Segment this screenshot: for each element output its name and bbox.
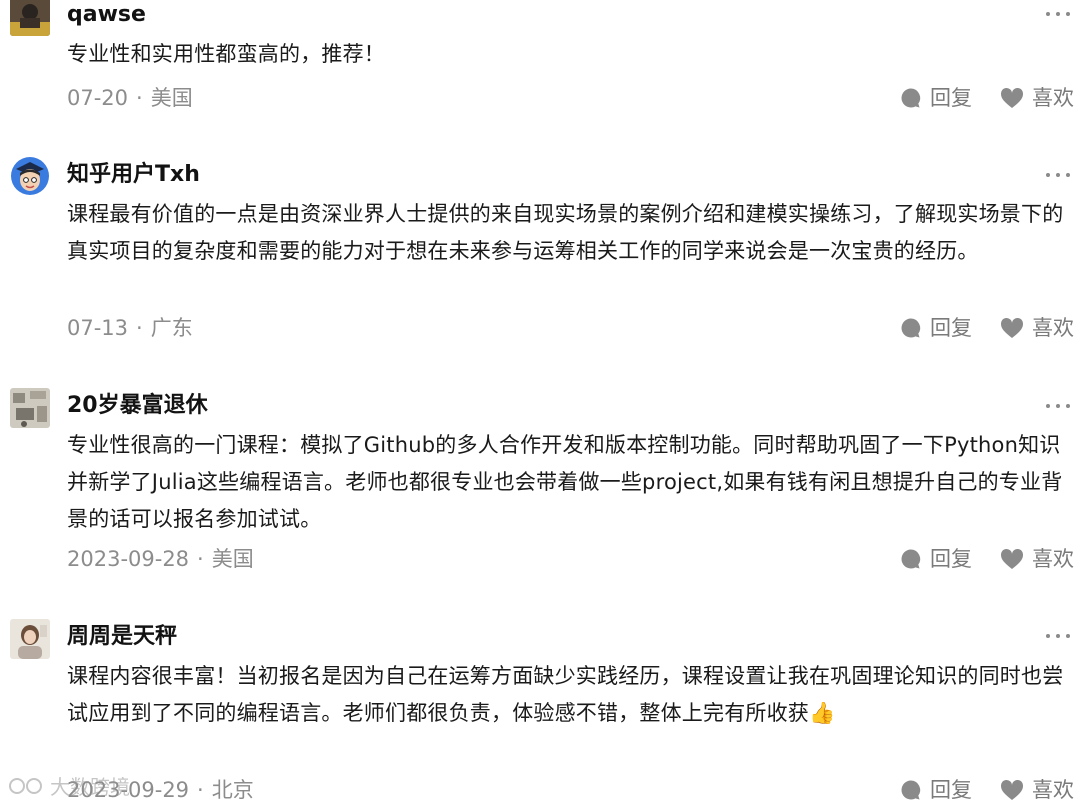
comment-text: 课程最有价值的一点是由资深业界人士提供的来自现实场景的案例介绍和建模实操练习，了…: [67, 202, 1064, 263]
comment-meta: 2023-09-28 · 美国: [67, 544, 254, 574]
comment-actions: 回复 喜欢: [900, 775, 1074, 805]
more-options-icon[interactable]: [1046, 401, 1070, 411]
like-label: 喜欢: [1032, 547, 1074, 571]
speech-bubble-icon: [901, 88, 921, 108]
reply-label: 回复: [930, 547, 972, 571]
meta-separator: ·: [136, 86, 143, 110]
meta-separator: ·: [197, 778, 204, 802]
speech-bubble-icon: [901, 318, 921, 338]
comment-date: 07-20: [67, 86, 129, 110]
username[interactable]: 20岁暴富退休: [67, 391, 208, 421]
like-label: 喜欢: [1032, 316, 1074, 340]
like-button[interactable]: 喜欢: [1000, 544, 1074, 574]
watermark-text: 大数跨境: [50, 775, 130, 799]
comment-date: 07-13: [67, 316, 129, 340]
more-options-icon[interactable]: [1046, 170, 1070, 180]
watermark: 大数跨境: [8, 771, 130, 800]
speech-bubble-icon: [901, 780, 921, 800]
like-button[interactable]: 喜欢: [1000, 775, 1074, 805]
like-label: 喜欢: [1032, 778, 1074, 802]
comment-location: 北京: [211, 778, 254, 802]
avatar[interactable]: [10, 619, 50, 659]
comment-meta: 07-20 · 美国: [67, 83, 193, 113]
heart-icon: [1000, 87, 1024, 108]
reply-button[interactable]: 回复: [900, 83, 972, 113]
meta-separator: ·: [136, 316, 143, 340]
comment-actions: 回复 喜欢: [900, 544, 1074, 574]
avatar[interactable]: [10, 156, 50, 196]
meta-separator: ·: [197, 547, 204, 571]
comment-meta: 07-13 · 广东: [67, 313, 193, 343]
speech-bubble-icon: [901, 549, 921, 569]
comment-location: 广东: [150, 316, 193, 340]
avatar[interactable]: [10, 388, 50, 428]
username[interactable]: 知乎用户Txh: [67, 160, 200, 190]
reply-button[interactable]: 回复: [900, 544, 972, 574]
heart-icon: [1000, 548, 1024, 569]
reply-label: 回复: [930, 316, 972, 340]
comment-text: 专业性很高的一门课程：模拟了Github的多人合作开发和版本控制功能。同时帮助巩…: [67, 433, 1063, 531]
comment-text: 课程内容很丰富！当初报名是因为自己在运筹方面缺少实践经历，课程设置让我在巩固理论…: [67, 664, 1064, 725]
comment-text: 专业性和实用性都蛮高的，推荐！: [67, 42, 385, 66]
like-button[interactable]: 喜欢: [1000, 83, 1074, 113]
comment-actions: 回复 喜欢: [900, 83, 1074, 113]
username[interactable]: qawse: [67, 0, 146, 30]
reply-label: 回复: [930, 86, 972, 110]
more-options-icon[interactable]: [1046, 631, 1070, 641]
like-button[interactable]: 喜欢: [1000, 313, 1074, 343]
avatar[interactable]: [10, 0, 50, 36]
reply-button[interactable]: 回复: [900, 775, 972, 805]
like-label: 喜欢: [1032, 86, 1074, 110]
comment-actions: 回复 喜欢: [900, 313, 1074, 343]
reply-label: 回复: [930, 778, 972, 802]
heart-icon: [1000, 317, 1024, 338]
username[interactable]: 周周是天秤: [67, 622, 177, 652]
reply-button[interactable]: 回复: [900, 313, 972, 343]
comment-location: 美国: [211, 547, 254, 571]
comment-date: 2023-09-28: [67, 547, 190, 571]
more-options-icon[interactable]: [1046, 9, 1070, 19]
watermark-logo-icon: [9, 777, 42, 794]
comment-location: 美国: [150, 86, 193, 110]
heart-icon: [1000, 779, 1024, 800]
